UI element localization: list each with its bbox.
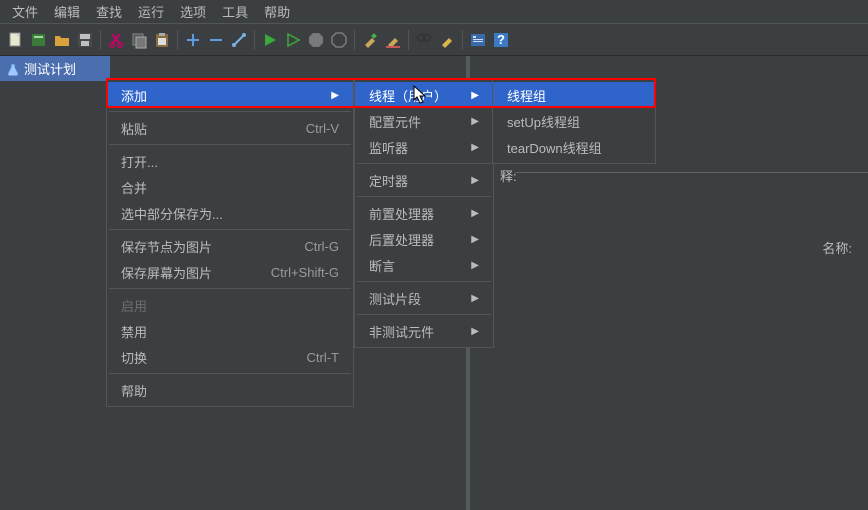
- menu-file[interactable]: 文件: [4, 0, 46, 23]
- function-helper-icon[interactable]: [468, 30, 488, 50]
- label-name: 名称:: [822, 238, 852, 257]
- menu-item-open[interactable]: 打开...: [107, 148, 353, 174]
- open-icon[interactable]: [52, 30, 72, 50]
- toolbar: ?: [0, 24, 868, 56]
- separator: [354, 30, 355, 50]
- separator: [100, 30, 101, 50]
- menu-separator: [357, 314, 491, 315]
- menu-item-config[interactable]: 配置元件▶: [355, 108, 493, 134]
- submenu-add: 线程（用户）▶ 配置元件▶ 监听器▶ 定时器▶ 前置处理器▶ 后置处理器▶ 断言…: [354, 78, 494, 348]
- menu-item-postprocessor[interactable]: 后置处理器▶: [355, 226, 493, 252]
- menu-bar[interactable]: 文件 编辑 查找 运行 选项 工具 帮助: [0, 0, 868, 24]
- clear-all-icon[interactable]: [383, 30, 403, 50]
- menu-item-save-screen-image[interactable]: 保存屏幕为图片Ctrl+Shift-G: [107, 259, 353, 285]
- expand-icon[interactable]: [183, 30, 203, 50]
- menu-item-preprocessor[interactable]: 前置处理器▶: [355, 200, 493, 226]
- menu-separator: [357, 163, 491, 164]
- new-file-icon[interactable]: [6, 30, 26, 50]
- search-icon[interactable]: [414, 30, 434, 50]
- reset-search-icon[interactable]: [437, 30, 457, 50]
- label-comments: 释:: [500, 166, 517, 185]
- menu-item-non-test[interactable]: 非测试元件▶: [355, 318, 493, 344]
- stop-icon[interactable]: [306, 30, 326, 50]
- menu-separator: [109, 288, 351, 289]
- menu-item-test-fragment[interactable]: 测试片段▶: [355, 285, 493, 311]
- copy-icon[interactable]: [129, 30, 149, 50]
- input-underline: [515, 172, 868, 173]
- context-menu: 添加▶ 粘贴Ctrl-V 打开... 合并 选中部分保存为... 保存节点为图片…: [106, 78, 354, 407]
- menu-item-enable: 启用: [107, 292, 353, 318]
- menu-separator: [357, 281, 491, 282]
- paste-icon[interactable]: [152, 30, 172, 50]
- help-icon[interactable]: ?: [491, 30, 511, 50]
- tree-panel: 测试计划: [0, 56, 110, 510]
- menu-separator: [109, 373, 351, 374]
- cut-icon[interactable]: [106, 30, 126, 50]
- separator: [177, 30, 178, 50]
- menu-separator: [109, 111, 351, 112]
- separator: [254, 30, 255, 50]
- menu-item-listener[interactable]: 监听器▶: [355, 134, 493, 160]
- menu-item-assertion[interactable]: 断言▶: [355, 252, 493, 278]
- menu-item-threads[interactable]: 线程（用户）▶: [355, 82, 493, 108]
- separator: [408, 30, 409, 50]
- menu-separator: [109, 229, 351, 230]
- menu-item-toggle[interactable]: 切换Ctrl-T: [107, 344, 353, 370]
- flask-icon: [6, 62, 20, 76]
- tree-root-testplan[interactable]: 测试计划: [0, 56, 110, 81]
- menu-item-timer[interactable]: 定时器▶: [355, 167, 493, 193]
- menu-item-setup-thread-group[interactable]: setUp线程组: [493, 108, 655, 134]
- toggle-icon[interactable]: [229, 30, 249, 50]
- separator: [462, 30, 463, 50]
- menu-run[interactable]: 运行: [130, 0, 172, 23]
- menu-item-thread-group[interactable]: 线程组: [493, 82, 655, 108]
- menu-item-save-selection[interactable]: 选中部分保存为...: [107, 200, 353, 226]
- save-icon[interactable]: [75, 30, 95, 50]
- tree-root-label: 测试计划: [24, 59, 76, 78]
- start-icon[interactable]: [260, 30, 280, 50]
- clear-icon[interactable]: [360, 30, 380, 50]
- menu-item-add[interactable]: 添加▶: [107, 82, 353, 108]
- menu-help[interactable]: 帮助: [256, 0, 298, 23]
- menu-item-paste[interactable]: 粘贴Ctrl-V: [107, 115, 353, 141]
- menu-item-merge[interactable]: 合并: [107, 174, 353, 200]
- collapse-icon[interactable]: [206, 30, 226, 50]
- shutdown-icon[interactable]: [329, 30, 349, 50]
- menu-item-save-node-image[interactable]: 保存节点为图片Ctrl-G: [107, 233, 353, 259]
- menu-edit[interactable]: 编辑: [46, 0, 88, 23]
- menu-options[interactable]: 选项: [172, 0, 214, 23]
- svg-text:?: ?: [497, 32, 505, 47]
- menu-item-teardown-thread-group[interactable]: tearDown线程组: [493, 134, 655, 160]
- menu-tools[interactable]: 工具: [214, 0, 256, 23]
- submenu-threads: 线程组 setUp线程组 tearDown线程组: [492, 78, 656, 164]
- menu-item-help[interactable]: 帮助: [107, 377, 353, 403]
- menu-separator: [357, 196, 491, 197]
- menu-item-disable[interactable]: 禁用: [107, 318, 353, 344]
- templates-icon[interactable]: [29, 30, 49, 50]
- menu-separator: [109, 144, 351, 145]
- menu-search[interactable]: 查找: [88, 0, 130, 23]
- start-notimers-icon[interactable]: [283, 30, 303, 50]
